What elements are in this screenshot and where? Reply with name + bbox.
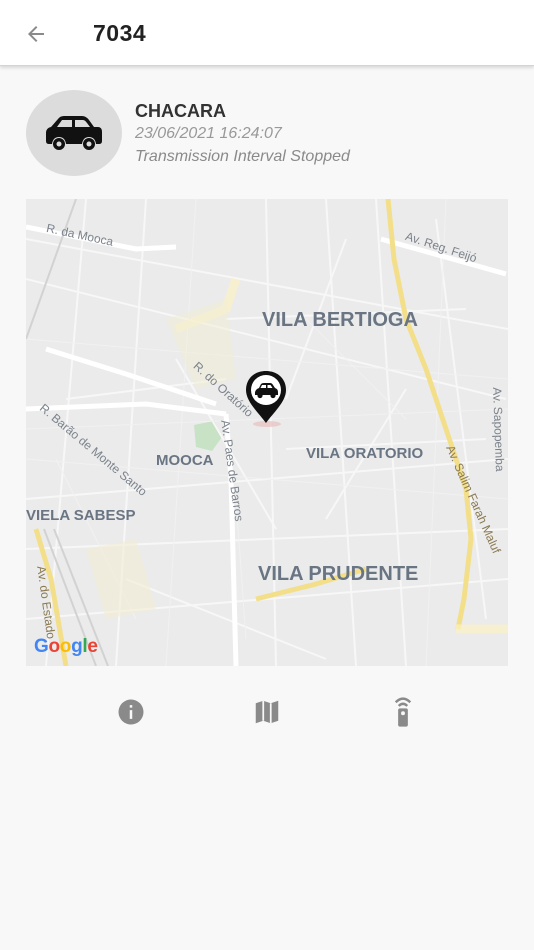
page-title: 7034: [93, 20, 147, 46]
map-view[interactable]: VILA BERTIOGA VILA ORATORIO MOOCA VILA P…: [26, 199, 508, 666]
map-button[interactable]: [245, 690, 289, 734]
car-marker-icon: [246, 371, 286, 427]
map-label-viela-sabesp: VIELA SABESP: [26, 507, 136, 524]
remote-button[interactable]: [381, 690, 425, 734]
map-street-sapopemba: Av. Sapopemba: [490, 387, 507, 472]
action-bar: [0, 690, 534, 734]
map-label-vila-bertioga: VILA BERTIOGA: [262, 309, 418, 331]
map-label-vila-oratorio: VILA ORATORIO: [306, 445, 424, 462]
back-button[interactable]: [16, 14, 56, 54]
vehicle-status: Transmission Interval Stopped: [135, 148, 350, 165]
arrow-left-icon: [28, 26, 44, 42]
app-bar: 7034: [0, 0, 534, 66]
map-streets: [26, 199, 508, 666]
map-label-mooca: MOOCA: [156, 452, 214, 469]
car-icon: [46, 116, 102, 150]
info-icon: [118, 699, 144, 725]
google-attribution: Google: [34, 636, 98, 657]
vehicle-avatar: [26, 90, 122, 176]
map-icon: [255, 700, 279, 724]
remote-control-icon: [394, 697, 412, 727]
vehicle-timestamp: 23/06/2021 16:24:07: [135, 125, 282, 142]
vehicle-map-marker[interactable]: [243, 369, 289, 429]
vehicle-name: CHACARA: [135, 101, 226, 121]
map-label-vila-prudente: VILA PRUDENTE: [258, 563, 419, 585]
info-button[interactable]: [109, 690, 153, 734]
